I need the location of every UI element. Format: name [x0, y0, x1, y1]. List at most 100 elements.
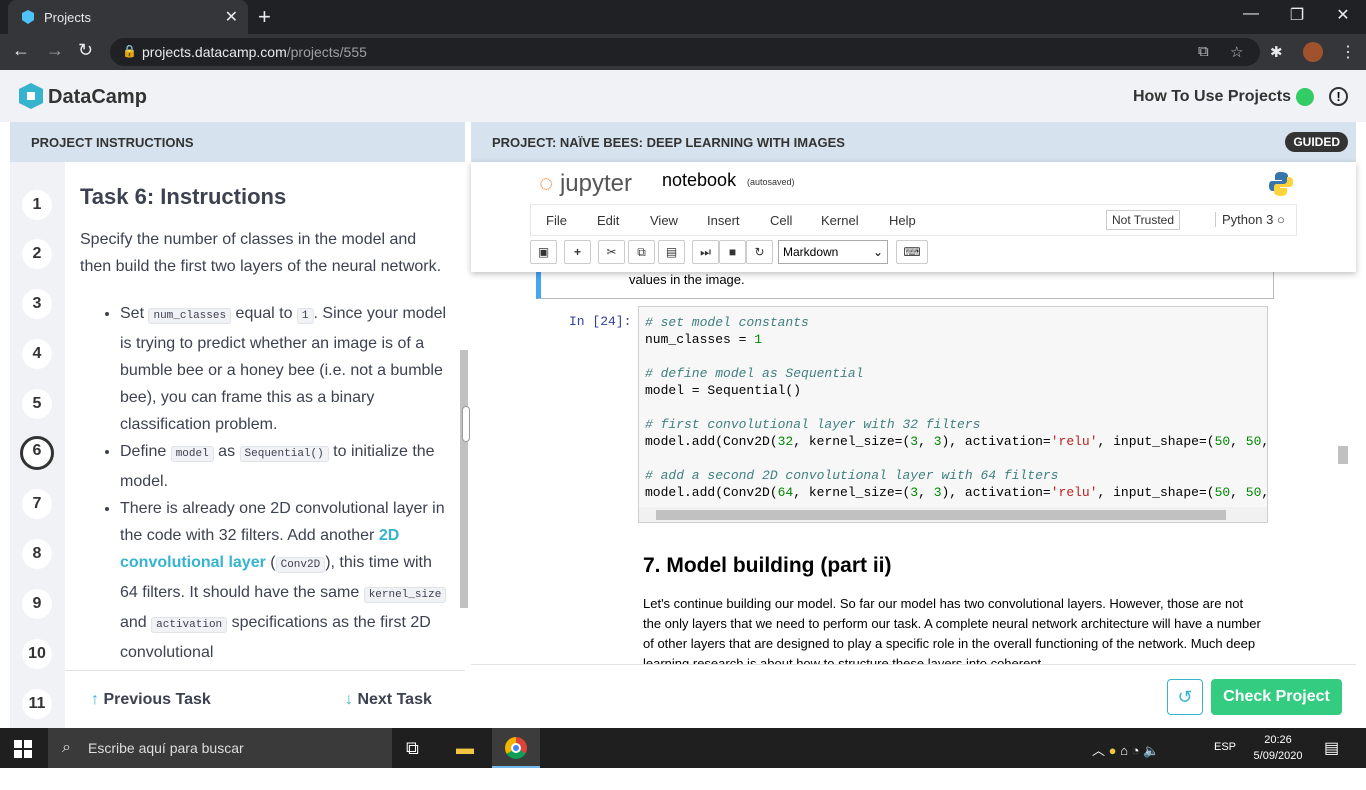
step-10[interactable]: 10 [22, 639, 52, 669]
step-5[interactable]: 5 [22, 389, 52, 419]
minimize-icon[interactable]: — [1228, 5, 1274, 23]
taskbar-search[interactable]: ⌕ Escribe aquí para buscar [48, 728, 392, 768]
network-icon[interactable]: ⌂ [1120, 743, 1128, 758]
stop-icon[interactable]: ■ [719, 240, 746, 264]
project-panel: PROJECT: NAÏVE BEES: DEEP LEARNING WITH … [471, 122, 1356, 728]
code-editor[interactable]: # set model constants num_classes = 1 # … [645, 314, 1269, 501]
menu-insert[interactable]: Insert [707, 213, 740, 228]
app-header: DataCamp How To Use Projects ! [0, 70, 1366, 122]
menu-view[interactable]: View [650, 213, 678, 228]
instruction-item: Set num_classes equal to 1. Since your m… [120, 300, 450, 438]
arrow-up-icon: ↑ [91, 691, 104, 708]
next-task-button[interactable]: ↓ Next Task [345, 691, 432, 709]
taskbar-clock[interactable]: 20:26 5/09/2020 [1252, 732, 1304, 764]
cut-icon[interactable]: ✂ [598, 240, 625, 264]
jupyter-logo[interactable]: ◌ jupyter [539, 170, 632, 198]
markdown-heading: 7. Model building (part ii) [643, 554, 892, 577]
how-to-use-projects-link[interactable]: How To Use Projects [1133, 88, 1291, 106]
instructions-panel-title: PROJECT INSTRUCTIONS [10, 122, 465, 162]
address-bar-row: ← → ↻ 🔒 projects.datacamp.com/projects/5… [0, 34, 1366, 70]
alert-icon[interactable]: ! [1329, 87, 1348, 106]
code-horizontal-scrollbar[interactable] [639, 507, 1267, 522]
language-indicator[interactable]: ESP [1214, 741, 1236, 753]
step-9[interactable]: 9 [22, 589, 52, 619]
back-icon[interactable]: ← [12, 40, 30, 61]
notebook-name[interactable]: notebook [662, 170, 736, 191]
keyboard-icon[interactable]: ⌨ [896, 240, 928, 264]
profile-avatar[interactable] [1303, 42, 1323, 62]
lock-icon[interactable]: 🔒 [122, 44, 137, 58]
task-intro: Specify the number of classes in the mod… [80, 231, 442, 275]
wifi-icon[interactable]: ◔ [1132, 743, 1140, 758]
chevron-down-icon: ⌄ [872, 245, 883, 259]
copy-icon[interactable]: ⧉ [628, 240, 655, 264]
save-icon[interactable]: ▣ [530, 240, 557, 264]
menu-cell[interactable]: Cell [770, 213, 792, 228]
arrow-down-icon: ↓ [345, 691, 358, 708]
step-11[interactable]: 11 [22, 689, 52, 719]
close-tab-icon[interactable]: ✕ [225, 7, 238, 27]
menu-help[interactable]: Help [889, 213, 916, 228]
reload-icon[interactable]: ↻ [78, 40, 93, 61]
browser-menu-icon[interactable]: ⋮ [1340, 42, 1356, 62]
instruction-list: Set num_classes equal to 1. Since your m… [120, 300, 450, 666]
step-6-active[interactable]: 6 [20, 436, 54, 470]
reset-icon[interactable]: ↺ [1167, 679, 1203, 715]
check-project-button[interactable]: Check Project [1211, 679, 1342, 715]
step-8[interactable]: 8 [22, 539, 52, 569]
menu-edit[interactable]: Edit [597, 213, 619, 228]
not-trusted-button[interactable]: Not Trusted [1106, 210, 1181, 230]
guided-badge: GUIDED [1285, 132, 1348, 152]
task-view-icon[interactable]: ⧉ [406, 738, 419, 759]
file-explorer-icon[interactable]: ▬ [456, 738, 474, 759]
task-title: Task 6: Instructions [80, 184, 287, 209]
bookmark-star-icon[interactable]: ☆ [1230, 43, 1243, 61]
python-logo-icon [1269, 172, 1293, 196]
step-7[interactable]: 7 [22, 489, 52, 519]
cell-type-select[interactable]: Markdown ⌄ [778, 240, 888, 264]
project-title: PROJECT: NAÏVE BEES: DEEP LEARNING WITH … [471, 122, 1356, 162]
menu-kernel[interactable]: Kernel [821, 213, 859, 228]
url-bar[interactable]: 🔒 projects.datacamp.com/projects/555 ⧉ ☆ [110, 38, 1260, 66]
browser-tab[interactable]: Projects ✕ [8, 0, 248, 34]
task-navigation: ↑ Previous Task ↓ Next Task [65, 670, 465, 728]
windows-taskbar: ⌕ Escribe aquí para buscar ⧉ ▬ ︿ ● ⌂ ◔ 🔈… [0, 728, 1366, 768]
new-tab-icon[interactable]: + [258, 4, 271, 30]
restore-icon[interactable]: ❐ [1274, 5, 1320, 25]
step-2[interactable]: 2 [22, 239, 52, 269]
restart-icon[interactable]: ↻ [746, 240, 773, 264]
datacamp-logo-icon[interactable] [18, 82, 44, 110]
step-4[interactable]: 4 [22, 339, 52, 369]
datacamp-favicon-icon [22, 10, 34, 24]
tab-title: Projects [44, 10, 91, 25]
menu-file[interactable]: File [546, 213, 567, 228]
instructions-panel: PROJECT INSTRUCTIONS 1 2 3 4 5 6 7 8 9 1… [10, 122, 468, 728]
run-icon[interactable]: ⏭ [692, 240, 719, 264]
step-3[interactable]: 3 [22, 289, 52, 319]
previous-task-button[interactable]: ↑ Previous Task [91, 691, 211, 709]
show-hidden-icons-icon[interactable]: ︿ [1092, 743, 1105, 758]
windows-start-icon[interactable] [14, 740, 32, 758]
notebook-scrollbar[interactable] [1336, 272, 1350, 664]
markdown-paragraph: Let's continue building our model. So fa… [643, 596, 1261, 664]
url-text: projects.datacamp.com/projects/555 [142, 44, 367, 60]
step-1[interactable]: 1 [22, 190, 52, 220]
kernel-idle-icon: ○ [1276, 212, 1285, 227]
security-icon[interactable]: ● [1109, 743, 1117, 758]
project-actions: ↺ Check Project [471, 664, 1356, 728]
translate-icon[interactable]: ⧉ [1198, 43, 1209, 60]
window-close-icon[interactable]: ✕ [1320, 5, 1366, 25]
code-cell[interactable]: # set model constants num_classes = 1 # … [638, 306, 1269, 523]
forward-icon[interactable]: → [46, 40, 64, 61]
panel-resize-handle[interactable] [462, 406, 470, 442]
volume-icon[interactable]: 🔈 [1143, 743, 1159, 758]
brand-name[interactable]: DataCamp [48, 86, 147, 109]
jupyter-orbit-icon: ◌ [539, 170, 554, 197]
notifications-icon[interactable]: ▤ [1324, 738, 1339, 758]
system-tray: ︿ ● ⌂ ◔ 🔈 [1092, 740, 1159, 759]
paste-icon[interactable]: ▤ [658, 240, 685, 264]
instruction-item: Define model as Sequential() to initiali… [120, 438, 450, 495]
insert-cell-icon[interactable]: + [564, 240, 591, 264]
instruction-item: There is already one 2D convolutional la… [120, 495, 450, 666]
extensions-icon[interactable]: ✱ [1270, 43, 1283, 61]
